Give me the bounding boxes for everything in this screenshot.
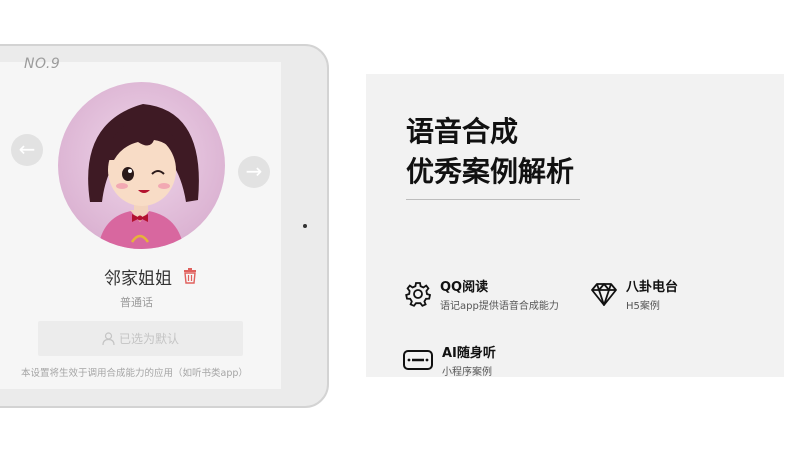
panel-title-line1: 语音合成 [406, 115, 519, 148]
previous-voice-button[interactable]: ← [11, 134, 43, 166]
panel-title-line2: 优秀案例解析 [406, 155, 575, 188]
case-item[interactable]: AI随身听 小程序案例 [402, 346, 496, 381]
arrow-right-icon: → [245, 159, 263, 183]
voice-language: 普通话 [120, 296, 153, 309]
case-item[interactable]: 八卦电台 H5案例 [590, 280, 678, 315]
case-description: 语记app提供语音合成能力 [440, 301, 559, 312]
case-title: QQ阅读 [440, 280, 489, 295]
next-voice-button[interactable]: → [238, 156, 270, 188]
set-default-button[interactable]: 已选为默认 [38, 321, 243, 356]
speaker-icon [403, 350, 433, 370]
diamond-icon [591, 283, 617, 306]
voice-name: 邻家姐姐 [104, 269, 172, 289]
set-default-label: 已选为默认 [118, 332, 179, 346]
arrow-left-icon: ← [18, 137, 36, 161]
case-description: H5案例 [626, 301, 660, 312]
title-divider [406, 199, 580, 200]
case-title: AI随身听 [442, 346, 496, 361]
case-study-panel: 语音合成 优秀案例解析 QQ阅读 语记app提供语音合成能力 八卦电台 H5案例… [366, 74, 784, 378]
case-title: 八卦电台 [626, 280, 679, 295]
trash-icon[interactable] [183, 268, 197, 284]
case-description: 小程序案例 [442, 367, 492, 378]
panel-title: 语音合成 优秀案例解析 [406, 112, 574, 192]
user-icon [102, 332, 115, 345]
girl-avatar-illustration [88, 104, 199, 249]
gear-icon [405, 282, 432, 307]
voice-avatar [58, 82, 225, 249]
case-item[interactable]: QQ阅读 语记app提供语音合成能力 [404, 280, 559, 315]
tablet-camera [303, 224, 307, 228]
voice-number: NO.9 [24, 56, 61, 72]
settings-footnote: 本设置将生效于调用合成能力的应用（如听书类app） [21, 368, 248, 379]
